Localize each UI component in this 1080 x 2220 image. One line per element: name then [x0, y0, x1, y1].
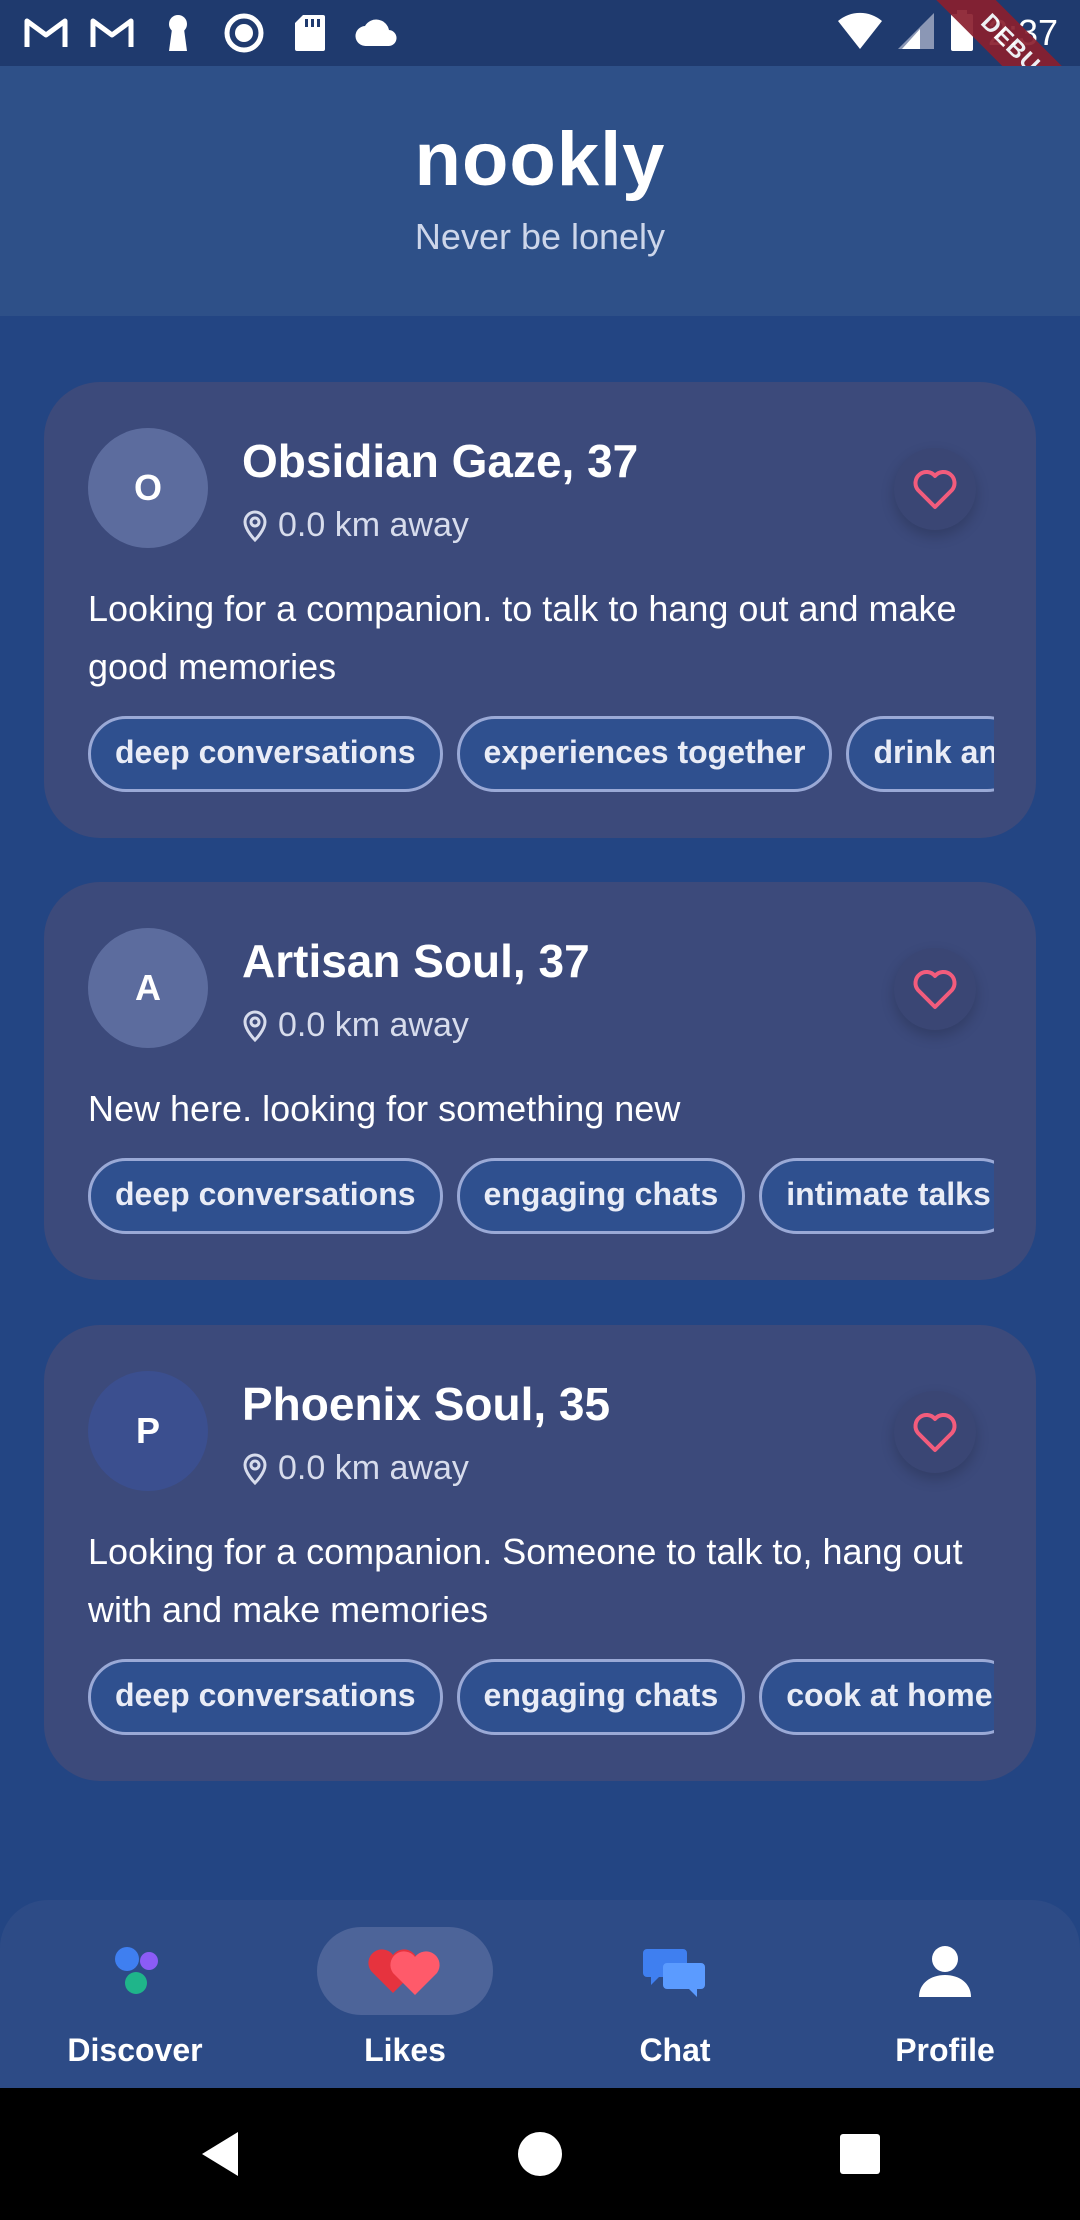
like-button[interactable] [894, 1391, 976, 1473]
profile-distance: 0.0 km away [242, 506, 469, 545]
distance-text: 0.0 km away [278, 1449, 469, 1487]
interest-tags[interactable]: deep conversations engaging chats cook at … [88, 1659, 994, 1739]
interest-tags[interactable]: deep conversations engaging chats intimate… [88, 1158, 994, 1238]
app-header: nookly Never be lonely [0, 66, 1080, 316]
profile-name: Obsidian Gaze, 37 [242, 435, 639, 487]
interest-tag[interactable]: engaging chats [456, 1659, 746, 1735]
back-button[interactable] [184, 2118, 256, 2190]
keyhole-icon [156, 15, 200, 51]
location-pin-icon [243, 509, 267, 542]
nav-item-likes[interactable]: Likes [270, 1900, 540, 2090]
person-icon [810, 1926, 1080, 2016]
like-button[interactable] [894, 448, 976, 530]
interest-tags[interactable]: deep conversations experiences together dr… [88, 716, 994, 796]
distance-text: 0.0 km away [278, 1006, 469, 1044]
interest-tag[interactable]: cook at home [759, 1659, 994, 1735]
gmail-icon [90, 15, 134, 51]
radio-icon [222, 13, 266, 53]
selected-indicator [317, 1927, 493, 2015]
back-triangle-icon [202, 2132, 238, 2176]
chat-bubbles-icon [540, 1926, 810, 2016]
heart-outline-icon [913, 1413, 957, 1452]
cellular-signal-icon [897, 11, 936, 56]
profile-bio: Looking for a companion. to talk to hang… [88, 588, 957, 687]
status-bar: 2:37 DEBUG [0, 0, 1080, 155]
system-navigation-bar [0, 2088, 1080, 2220]
nav-label: Discover [67, 2032, 203, 2068]
avatar[interactable]: P [88, 1371, 208, 1491]
profile-distance: 0.0 km away [242, 1449, 469, 1488]
nav-item-discover[interactable]: Discover [0, 1900, 270, 2090]
home-circle-icon [518, 2132, 562, 2176]
nav-label: Profile [895, 2032, 995, 2068]
heart-outline-icon [913, 970, 957, 1009]
location-pin-icon [243, 1009, 267, 1042]
app-subtitle: Never be lonely [414, 216, 666, 257]
recents-button[interactable] [824, 2118, 896, 2190]
interest-tag[interactable]: deep conversations [88, 1158, 443, 1234]
location-pin-icon [243, 1452, 267, 1485]
profile-card[interactable]: P Phoenix Soul, 35 0.0 km away Looking f… [44, 1325, 1036, 1781]
avatar[interactable]: A [88, 928, 208, 1048]
profile-bio: Looking for a companion. Someone to talk… [88, 1531, 963, 1630]
hearts-icon [368, 1949, 440, 1995]
home-button[interactable] [504, 2118, 576, 2190]
nav-label: Chat [639, 2032, 711, 2068]
cloud-icon [354, 15, 398, 51]
interest-tag[interactable]: deep conversations [88, 1659, 443, 1735]
avatar[interactable]: O [88, 428, 208, 548]
nav-item-chat[interactable]: Chat [540, 1900, 810, 2090]
interest-tag[interactable]: experiences together [456, 716, 833, 792]
interest-tag[interactable]: deep conversations [88, 716, 443, 792]
profile-distance: 0.0 km away [242, 1006, 469, 1045]
gmail-icon [24, 15, 68, 51]
interest-tag[interactable]: drink an [846, 716, 994, 792]
interest-tag[interactable]: intimate talks [759, 1158, 994, 1234]
app-title: nookly [414, 117, 666, 202]
bottom-navigation: Discover Likes Chat Profile [0, 1900, 1080, 2090]
profile-name: Artisan Soul, 37 [242, 935, 590, 987]
heart-outline-icon [913, 470, 957, 509]
recents-square-icon [840, 2134, 880, 2174]
distance-text: 0.0 km away [278, 506, 469, 544]
profile-name: Phoenix Soul, 35 [242, 1378, 611, 1430]
sd-card-icon [288, 15, 332, 51]
nav-item-profile[interactable]: Profile [810, 1900, 1080, 2090]
discover-icon [0, 1926, 270, 2016]
interest-tag[interactable]: engaging chats [456, 1158, 746, 1234]
nav-label: Likes [364, 2032, 446, 2068]
profile-card[interactable]: O Obsidian Gaze, 37 0.0 km away Looking … [44, 382, 1036, 838]
profile-card[interactable]: A Artisan Soul, 37 0.0 km away New here.… [44, 882, 1036, 1280]
wifi-icon [836, 11, 884, 56]
notification-icons [24, 13, 398, 53]
profile-bio: New here. looking for something new [88, 1088, 681, 1129]
like-button[interactable] [894, 948, 976, 1030]
